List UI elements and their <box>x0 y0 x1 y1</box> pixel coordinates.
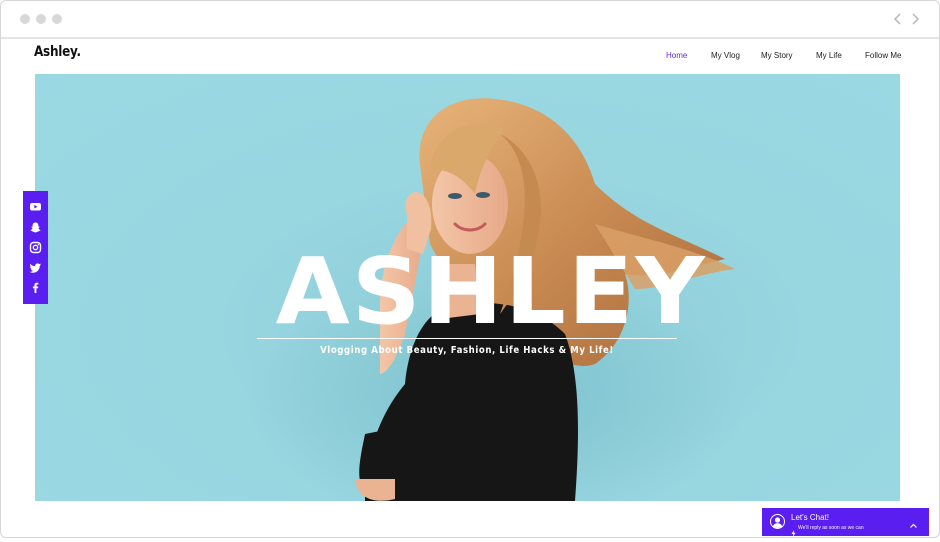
window-minimize-dot[interactable] <box>36 14 46 24</box>
chevron-up-icon[interactable] <box>909 517 918 528</box>
hero-subtitle: Vlogging About Beauty, Fashion, Life Hac… <box>320 345 614 356</box>
window-close-dot[interactable] <box>20 14 30 24</box>
site-logo[interactable]: Ashley. <box>34 44 81 60</box>
hero-section: ASHLEY Vlogging About Beauty, Fashion, L… <box>35 74 900 501</box>
chat-title: Let's Chat! <box>791 513 829 522</box>
social-sidebar <box>23 191 48 304</box>
chat-avatar-icon <box>770 514 785 529</box>
nav-my-vlog[interactable]: My Vlog <box>711 51 740 60</box>
twitter-icon[interactable] <box>29 261 42 274</box>
youtube-icon[interactable] <box>29 200 42 213</box>
instagram-icon[interactable] <box>29 241 42 254</box>
site-header: Ashley. Home My Vlog My Story My Life Fo… <box>1 38 939 74</box>
hero-divider <box>257 338 677 339</box>
nav-follow-me[interactable]: Follow Me <box>865 51 901 60</box>
nav-home[interactable]: Home <box>666 51 687 60</box>
browser-window: Ashley. Home My Vlog My Story My Life Fo… <box>0 0 940 538</box>
snapchat-icon[interactable] <box>29 221 42 234</box>
browser-toolbar <box>1 1 939 39</box>
lightning-icon <box>791 524 796 537</box>
nav-my-story[interactable]: My Story <box>761 51 793 60</box>
hero-title: ASHLEY <box>275 238 707 345</box>
facebook-icon[interactable] <box>29 281 42 294</box>
nav-my-life[interactable]: My Life <box>816 51 842 60</box>
window-maximize-dot[interactable] <box>52 14 62 24</box>
back-arrow-icon[interactable] <box>890 10 906 28</box>
forward-arrow-icon[interactable] <box>907 10 923 28</box>
chat-widget[interactable]: Let's Chat! We'll reply as soon as we ca… <box>762 508 929 537</box>
chat-subtitle: We'll reply as soon as we can <box>798 525 864 531</box>
